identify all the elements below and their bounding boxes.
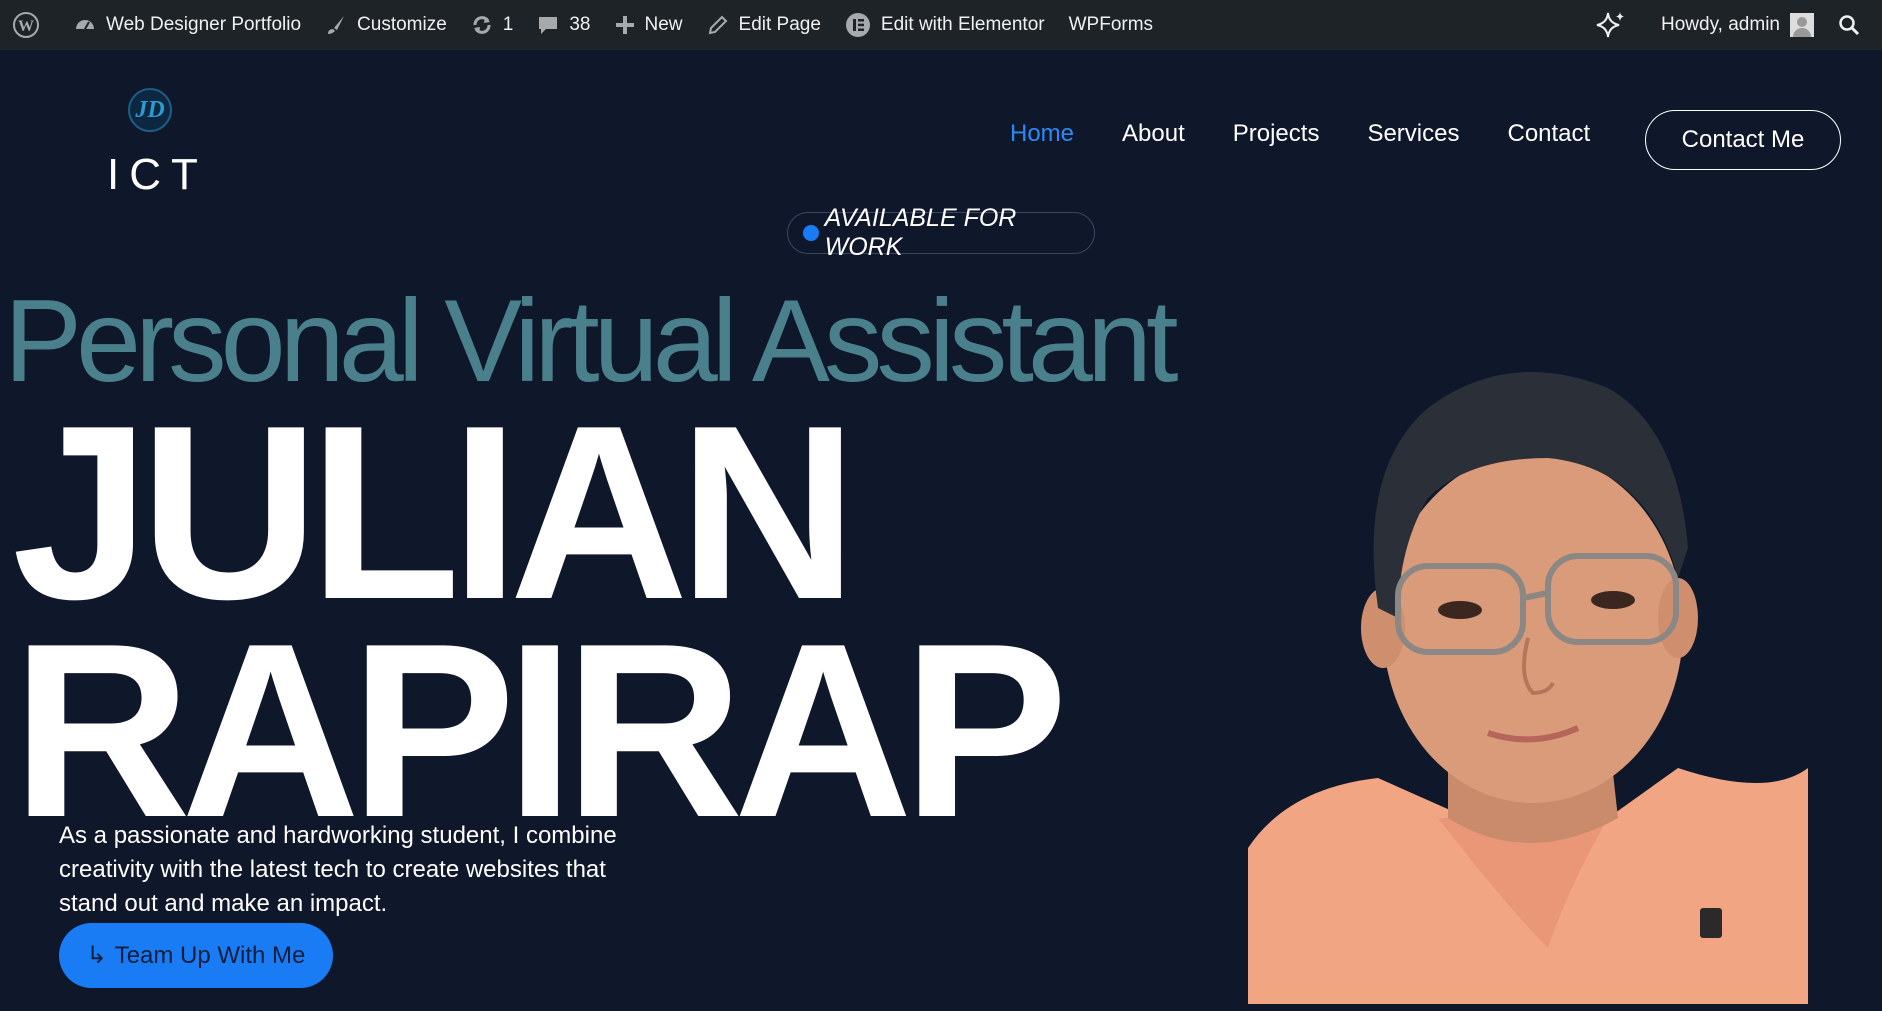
elementor-icon	[845, 13, 870, 37]
wordpress-logo-icon[interactable]: W	[0, 0, 62, 50]
refresh-icon	[473, 16, 491, 34]
team-up-button[interactable]: ↳ Team Up With Me	[59, 923, 333, 988]
nav-services[interactable]: Services	[1367, 120, 1459, 148]
portrait-photo	[1248, 372, 1808, 1004]
admin-bar: W Web Designer Portfolio Customize 1 38 …	[0, 0, 1882, 50]
elementor-link[interactable]: Edit with Elementor	[833, 0, 1057, 50]
main-nav: Home About Projects Services Contact	[1010, 120, 1638, 148]
hero-description: As a passionate and hardworking student,…	[59, 822, 617, 917]
customize-link[interactable]: Customize	[313, 0, 459, 50]
comment-icon	[539, 17, 558, 34]
nav-home[interactable]: Home	[1010, 120, 1074, 148]
ai-sparkle-button[interactable]	[1583, 0, 1649, 50]
nav-about[interactable]: About	[1122, 120, 1185, 148]
logo-mark: JD	[128, 88, 172, 132]
wpforms-link[interactable]: WPForms	[1057, 0, 1165, 50]
nav-projects[interactable]: Projects	[1233, 120, 1320, 148]
plus-icon	[615, 16, 634, 34]
avatar	[1790, 13, 1814, 37]
nav-contact[interactable]: Contact	[1507, 120, 1590, 148]
pencil-icon	[708, 15, 727, 35]
availability-label: AVAILABLE FOR WORK	[824, 204, 1017, 261]
comments-link[interactable]: 38	[525, 0, 602, 50]
hero-last-name: RAPIRAP	[12, 591, 1068, 869]
arrow-down-right-icon: ↳	[86, 942, 107, 969]
search-icon	[1839, 15, 1860, 36]
site-logo[interactable]: JD ICT	[100, 88, 210, 199]
new-content-link[interactable]: New	[603, 0, 695, 50]
updates-link[interactable]: 1	[459, 0, 526, 50]
team-up-label: Team Up With Me	[114, 941, 306, 969]
site-name-link[interactable]: Web Designer Portfolio	[62, 0, 313, 50]
logo-text: ICT	[107, 150, 208, 199]
admin-search-button[interactable]	[1826, 0, 1882, 50]
contact-me-button[interactable]: Contact Me	[1645, 110, 1841, 170]
svg-text:W: W	[18, 18, 34, 35]
my-account-link[interactable]: Howdy, admin	[1649, 0, 1826, 50]
availability-badge: AVAILABLE FOR WORK	[787, 204, 1095, 261]
sparkle-icon	[1596, 12, 1625, 38]
status-dot-icon	[803, 225, 819, 241]
paintbrush-icon	[328, 16, 345, 34]
edit-page-link[interactable]: Edit Page	[695, 0, 833, 50]
dashboard-icon	[76, 20, 94, 30]
